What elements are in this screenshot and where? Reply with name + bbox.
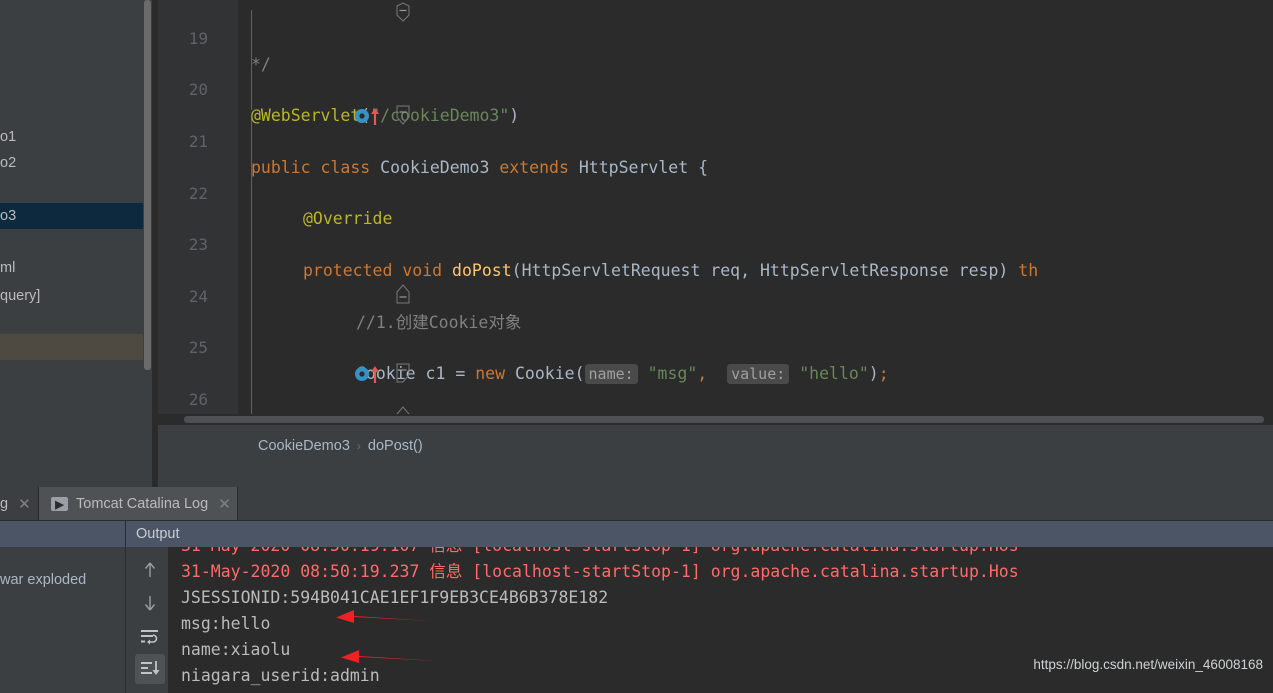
console-icon: ▶: [51, 497, 68, 511]
soft-wrap-icon[interactable]: [135, 621, 165, 651]
line-number: 26: [188, 389, 208, 409]
tab-label: Tomcat Catalina Log: [76, 496, 209, 512]
run-config-label: war exploded: [0, 572, 87, 588]
project-tree-item[interactable]: query]: [0, 283, 143, 309]
code-line[interactable]: 20 @WebServlet("/cookieDemo3"): [158, 52, 1273, 125]
code-line[interactable]: 22 @Override: [158, 155, 1273, 229]
output-header-bar: Output: [0, 521, 1273, 547]
fold-collapse-icon[interactable]: [394, 105, 412, 127]
console-output[interactable]: 31-May-2020 08:50:19.107 信息 [localhost-s…: [169, 547, 1273, 693]
project-tree-item[interactable]: ml: [0, 255, 143, 281]
console-line: 31-May-2020 08:50:19.107 信息 [localhost-s…: [169, 547, 1273, 559]
project-tree-item-label: o1: [0, 129, 17, 145]
code-editor[interactable]: 19 */ 20 @WebServlet("/cookieDemo3") 21 …: [158, 0, 1273, 425]
tab-label: g: [0, 496, 9, 512]
code-line[interactable]: 23 protected void doPost(HttpServletRequ…: [158, 206, 1273, 280]
code-line[interactable]: 19 */: [158, 0, 1273, 74]
bottom-tool-window: g ✕ ▶ Tomcat Catalina Log ✕ Output war e…: [0, 487, 1273, 693]
output-title: Output: [136, 526, 180, 542]
code-line[interactable]: 25 Cookie c1 = new Cookie(name: "msg", v…: [158, 310, 1273, 385]
line-number: 22: [188, 183, 208, 203]
red-arrow-1: [336, 610, 432, 623]
scroll-up-icon[interactable]: [135, 555, 165, 585]
line-number: 23: [188, 235, 208, 255]
code-line[interactable]: 26 Cookie c2 = new Cookie(name: "name", …: [158, 361, 1273, 425]
console-toolbar[interactable]: [132, 547, 168, 693]
fold-expand-icon[interactable]: [394, 284, 412, 306]
fold-collapse-icon[interactable]: [394, 363, 412, 385]
breadcrumb-separator: ›: [356, 438, 361, 453]
scrollbar-thumb[interactable]: [144, 0, 151, 370]
close-icon[interactable]: ✕: [18, 495, 31, 513]
watermark: https://blog.csdn.net/weixin_46008168: [1033, 657, 1263, 672]
tab-tomcat-catalina-log[interactable]: ▶ Tomcat Catalina Log ✕: [38, 487, 238, 521]
console-tab-bar: g ✕ ▶ Tomcat Catalina Log ✕: [0, 487, 1273, 521]
project-tree-item-label: o3: [0, 208, 17, 224]
project-tree-item-selected[interactable]: o3: [0, 203, 143, 229]
output-header-right: Output: [126, 521, 1273, 547]
project-tree-item-label: ml: [0, 260, 16, 276]
project-tool-window[interactable]: o1 o2 o3 ml query]: [0, 0, 158, 487]
editor-horizontal-scrollbar[interactable]: [158, 414, 1273, 425]
project-tree-item-label: query]: [0, 288, 41, 304]
code-line[interactable]: 21 public class CookieDemo3 extends Http…: [158, 103, 1273, 177]
run-config-item[interactable]: war exploded: [0, 567, 125, 593]
scroll-down-icon[interactable]: [135, 588, 165, 618]
project-tree-item[interactable]: o2: [0, 150, 143, 176]
fold-collapse-icon[interactable]: [394, 2, 412, 24]
breadcrumb-class[interactable]: CookieDemo3: [258, 438, 350, 454]
project-tree-item[interactable]: o1: [0, 124, 143, 150]
project-panel-scrollbar[interactable]: [143, 0, 152, 487]
line-number: 24: [188, 286, 208, 306]
breadcrumb[interactable]: CookieDemo3 › doPost(): [158, 430, 1273, 461]
project-tree-item-label: o2: [0, 155, 17, 171]
close-icon[interactable]: ✕: [218, 495, 231, 513]
tab-previous[interactable]: g ✕: [0, 487, 38, 521]
scroll-to-end-icon[interactable]: [135, 654, 165, 684]
line-number: 21: [188, 131, 208, 151]
line-number: 20: [188, 80, 208, 100]
red-arrow-2: [341, 650, 437, 663]
output-header-left: [0, 521, 126, 547]
override-method-icon[interactable]: [354, 106, 382, 126]
project-tree-item-highlighted[interactable]: [0, 334, 158, 360]
code-line[interactable]: 24 //1.创建Cookie对象: [158, 258, 1273, 332]
console-line: 31-May-2020 08:50:19.237 信息 [localhost-s…: [181, 562, 1019, 581]
editor-text-area[interactable]: 19 */ 20 @WebServlet("/cookieDemo3") 21 …: [158, 0, 1273, 425]
override-method-icon[interactable]: [354, 364, 382, 384]
scrollbar-thumb[interactable]: [184, 416, 1264, 423]
idea-window: o1 o2 o3 ml query] 19 */ 20 @WebServlet …: [0, 0, 1273, 693]
line-number: 25: [188, 338, 208, 358]
run-configuration-list[interactable]: war exploded: [0, 547, 126, 693]
line-number: 19: [188, 28, 208, 48]
breadcrumb-method[interactable]: doPost(): [368, 438, 423, 454]
